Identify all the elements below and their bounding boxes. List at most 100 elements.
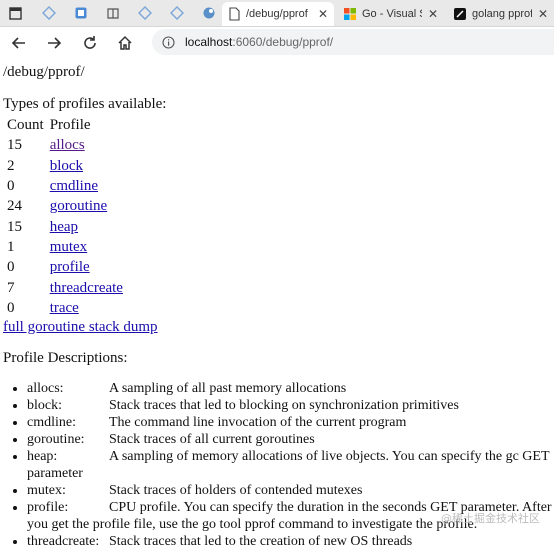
tab-pinned-2[interactable] [72,4,90,22]
url-host: localhost [185,35,233,49]
close-icon[interactable]: ✕ [318,7,328,21]
tab-title: Go - Visual S [362,8,422,20]
close-icon[interactable]: ✕ [538,7,548,21]
profile-link-trace[interactable]: trace [50,300,79,316]
list-item: cmdline: The command line invocation of t… [27,414,554,431]
windows-logo-icon [344,8,356,20]
page-icon [229,7,240,21]
forward-button[interactable] [43,32,65,54]
tab-golang-pprof[interactable]: golang pprof ✕ [448,2,554,26]
profile-link-mutex[interactable]: mutex [50,239,88,255]
home-icon [118,35,132,50]
profiles-table: Count Profile 15 allocs 2 block 0 cmdline 24 go… [3,114,127,319]
profile-name-cell: cmdline [48,177,125,195]
table-row: 15 allocs [5,136,125,154]
profile-count: 7 [7,279,15,296]
profile-count: 0 [7,259,15,276]
list-item: block: Stack traces that led to blocking … [27,397,554,414]
close-icon[interactable]: ✕ [428,7,438,21]
reload-icon [84,36,96,49]
profile-count: 15 [7,137,22,154]
profile-link-threadcreate[interactable]: threadcreate [50,280,123,296]
profile-link-profile[interactable]: profile [50,259,90,275]
profile-name-cell: trace [48,299,125,317]
profile-link-heap[interactable]: heap [50,219,78,235]
description-key: allocs: [27,380,64,396]
site-icon [454,8,466,20]
profile-link-goroutine[interactable]: goroutine [50,198,108,214]
tab-title: golang pprof [472,8,532,20]
profile-count: 24 [7,198,22,215]
profile-count: 1 [7,238,15,255]
list-item: mutex: Stack traces of holders of contend… [27,482,554,499]
description-text: Stack traces that led to blocking on syn… [109,397,459,413]
info-icon [162,35,175,49]
types-title: Types of profiles available: [3,96,167,112]
back-arrow-icon [11,37,25,49]
page-title: /debug/pprof/ [3,64,85,80]
globe-icon [203,7,215,19]
profile-name-cell: profile [48,258,125,276]
profile-name-cell: allocs [48,136,125,154]
tab-strip: /debug/pprof ✕ Go - Visual S ✕ golang pp… [0,0,554,27]
toolbar: localhost:6060/debug/pprof/ [0,27,554,57]
full-goroutine-stack-dump-link[interactable]: full goroutine stack dump [3,319,554,335]
profile-link-block[interactable]: block [50,158,83,174]
page-content: /debug/pprof/ Types of profiles availabl… [3,58,554,550]
profile-link-cmdline[interactable]: cmdline [50,178,98,194]
list-item: goroutine: Stack traces of all current go… [27,431,554,448]
descriptions-title: Profile Descriptions: [3,349,128,366]
description-key: block: [27,397,62,413]
column-header-profile: Profile [49,117,91,134]
diamond-icon [42,6,56,20]
table-row: 1 mutex [5,238,125,256]
watermark: @稀土掘金技术社区 [441,512,540,525]
profile-name-cell: mutex [48,238,125,256]
profile-name-cell: heap [48,217,125,235]
description-key: heap: [27,448,58,464]
description-key: cmdline: [27,414,76,430]
url-path: :6060/debug/pprof/ [232,35,334,49]
description-text: Stack traces that led to the creation of… [109,533,413,549]
profile-count: 0 [7,299,15,316]
table-row: 24 goroutine [5,197,125,215]
tab-title: /debug/pprof [246,8,308,20]
home-button[interactable] [114,32,136,54]
description-key: threadcreate: [27,533,100,549]
profile-name-cell: goroutine [48,197,125,215]
list-item: heap:A sampling of memory allocations of… [27,448,554,482]
description-text: A sampling of all past memory allocation… [109,380,347,396]
tab-actions-icon[interactable] [6,4,24,22]
column-header-count: Count [7,117,44,134]
list-item: allocs: A sampling of all past memory all… [27,380,554,397]
tab-active[interactable]: /debug/pprof ✕ [222,2,334,26]
table-row: 0 profile [5,258,125,276]
description-text: Stack traces of holders of contended mut… [109,482,363,498]
table-row: 15 heap [5,217,125,235]
tab-go-visual[interactable]: Go - Visual S ✕ [338,2,444,26]
diamond-icon [170,6,184,20]
profile-count: 0 [7,178,15,195]
tab-pinned-1[interactable] [40,4,58,22]
tab-pinned-5[interactable] [168,4,186,22]
profiles-table-body: 15 allocs 2 block 0 cmdline 24 goroutine 15 heap 1… [5,136,125,317]
profile-count: 15 [7,218,22,235]
description-text: The command line invocation of the curre… [109,414,407,430]
calendar-icon [75,7,87,19]
profile-link-allocs[interactable]: allocs [50,137,85,153]
tab-pinned-4[interactable] [136,4,154,22]
description-key: mutex: [27,482,66,498]
address-bar[interactable]: localhost:6060/debug/pprof/ [152,29,554,55]
reload-button[interactable] [79,32,101,54]
back-button[interactable] [8,32,30,54]
list-item: threadcreate: Stack traces that led to th… [27,533,554,550]
table-row: 0 cmdline [5,177,125,195]
diamond-icon [138,6,152,20]
description-key: goroutine: [27,431,85,447]
profile-name-cell: block [48,157,125,175]
profile-count: 2 [7,157,15,174]
tab-pinned-6[interactable] [200,4,218,22]
tab-pinned-3[interactable] [104,4,122,22]
profile-name-cell: threadcreate [48,278,125,296]
table-row: 0 trace [5,299,125,317]
